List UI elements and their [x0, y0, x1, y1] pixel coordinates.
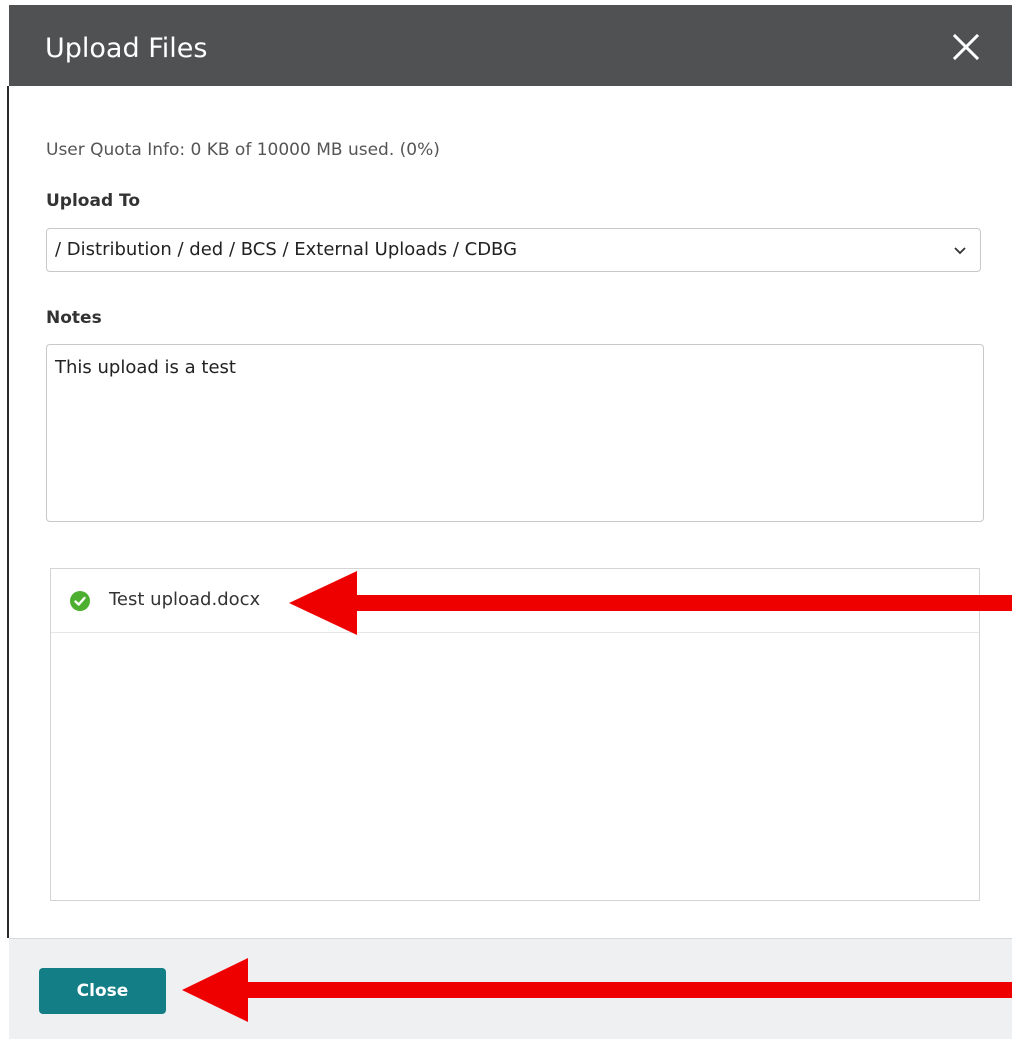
upload-to-select[interactable]: / Distribution / ded / BCS / External Up…: [46, 228, 981, 272]
annotation-arrow-close: [182, 958, 1012, 1022]
annotation-arrow-file: [289, 571, 1012, 635]
file-name: Test upload.docx: [109, 589, 261, 610]
upload-files-dialog: Upload Files User Quota Info: 0 KB of 10…: [9, 5, 1012, 1039]
chevron-down-icon: [952, 243, 968, 259]
quota-info: User Quota Info: 0 KB of 10000 MB used. …: [46, 140, 440, 160]
dialog-title: Upload Files: [45, 33, 208, 64]
upload-to-value: / Distribution / ded / BCS / External Up…: [55, 239, 518, 260]
close-icon[interactable]: [946, 27, 986, 67]
close-button[interactable]: Close: [39, 968, 166, 1014]
left-edge: [0, 0, 9, 1039]
check-circle-icon: [70, 591, 90, 611]
notes-textarea[interactable]: This upload is a test: [46, 344, 984, 522]
upload-to-label: Upload To: [46, 191, 141, 211]
dialog-header: Upload Files: [9, 5, 1012, 86]
notes-label: Notes: [46, 308, 102, 328]
